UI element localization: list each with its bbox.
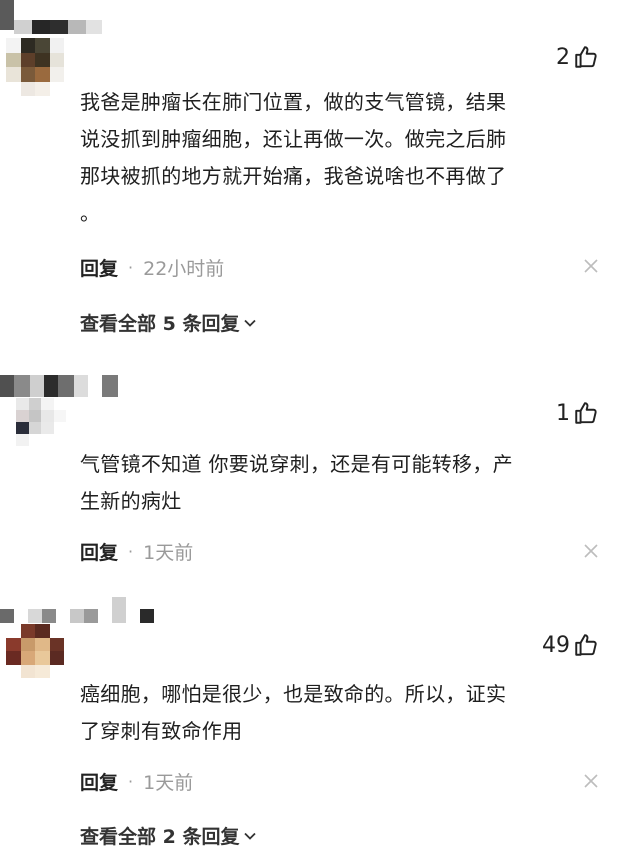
chevron-down-icon [244, 319, 257, 327]
separator-dot: · [128, 542, 134, 561]
comment-line: 了穿刺有致命作用 [80, 719, 243, 743]
close-icon[interactable] [583, 258, 599, 274]
like-button[interactable]: 49 [542, 632, 599, 658]
comment-line: 说没抓到肿瘤细胞，还让再做一次。做完之后肺 [80, 127, 507, 151]
comment-item: 1 气管镜不知道 你要说穿刺，还是有可能转移，产 生新的病灶 回复 · 1天前 [0, 368, 641, 564]
chevron-down-icon [244, 832, 257, 840]
comment-line: 气管镜不知道 你要说穿刺，还是有可能转移，产 [80, 452, 513, 476]
view-all-replies-button[interactable]: 查看全部 2 条回复 [80, 822, 257, 849]
comment-line: 。 [80, 201, 101, 225]
like-button[interactable]: 1 [556, 400, 599, 426]
comment-meta: 回复 · 22小时前 [80, 254, 224, 281]
comment-line: 癌细胞，哪怕是很少，也是致命的。所以，证实 [80, 682, 507, 706]
thumbs-up-icon [575, 46, 597, 68]
username[interactable] [0, 0, 641, 36]
avatar[interactable] [6, 38, 64, 96]
comment-line: 那块被抓的地方就开始痛，我爸说啥也不再做了 [80, 164, 507, 188]
comment-line: 我爸是肿瘤长在肺门位置，做的支气管镜，结果 [80, 90, 507, 114]
comment-meta: 回复 · 1天前 [80, 768, 193, 795]
comment-meta: 回复 · 1天前 [80, 538, 193, 565]
timestamp: 1天前 [143, 772, 194, 794]
avatar[interactable] [16, 398, 66, 446]
reply-button[interactable]: 回复 [80, 538, 118, 565]
reply-button[interactable]: 回复 [80, 254, 118, 281]
avatar[interactable] [6, 624, 64, 678]
comment-text: 我爸是肿瘤长在肺门位置，做的支气管镜，结果 说没抓到肿瘤细胞，还让再做一次。做完… [80, 84, 600, 232]
close-icon[interactable] [583, 543, 599, 559]
timestamp: 1天前 [143, 542, 194, 564]
comment-item: 49 癌细胞，哪怕是很少，也是致命的。所以，证实 了穿刺有致命作用 回复 · 1… [0, 597, 641, 848]
comment-item: 2 我爸是肿瘤长在肺门位置，做的支气管镜，结果 说没抓到肿瘤细胞，还让再做一次。… [0, 0, 641, 335]
username[interactable] [0, 368, 641, 404]
comment-text: 癌细胞，哪怕是很少，也是致命的。所以，证实 了穿刺有致命作用 [80, 676, 600, 750]
like-count: 1 [556, 400, 570, 426]
username[interactable] [0, 597, 641, 634]
view-all-label: 查看全部 5 条回复 [80, 313, 240, 335]
separator-dot: · [128, 772, 134, 791]
timestamp: 22小时前 [143, 258, 225, 280]
separator-dot: · [128, 258, 134, 277]
view-all-replies-button[interactable]: 查看全部 5 条回复 [80, 309, 257, 336]
thumbs-up-icon [575, 634, 597, 656]
comment-text: 气管镜不知道 你要说穿刺，还是有可能转移，产 生新的病灶 [80, 446, 600, 520]
like-button[interactable]: 2 [556, 44, 599, 70]
view-all-label: 查看全部 2 条回复 [80, 826, 240, 848]
reply-button[interactable]: 回复 [80, 768, 118, 795]
like-count: 2 [556, 44, 570, 70]
thumbs-up-icon [575, 402, 597, 424]
like-count: 49 [542, 632, 570, 658]
comment-line: 生新的病灶 [80, 489, 182, 513]
close-icon[interactable] [583, 773, 599, 789]
